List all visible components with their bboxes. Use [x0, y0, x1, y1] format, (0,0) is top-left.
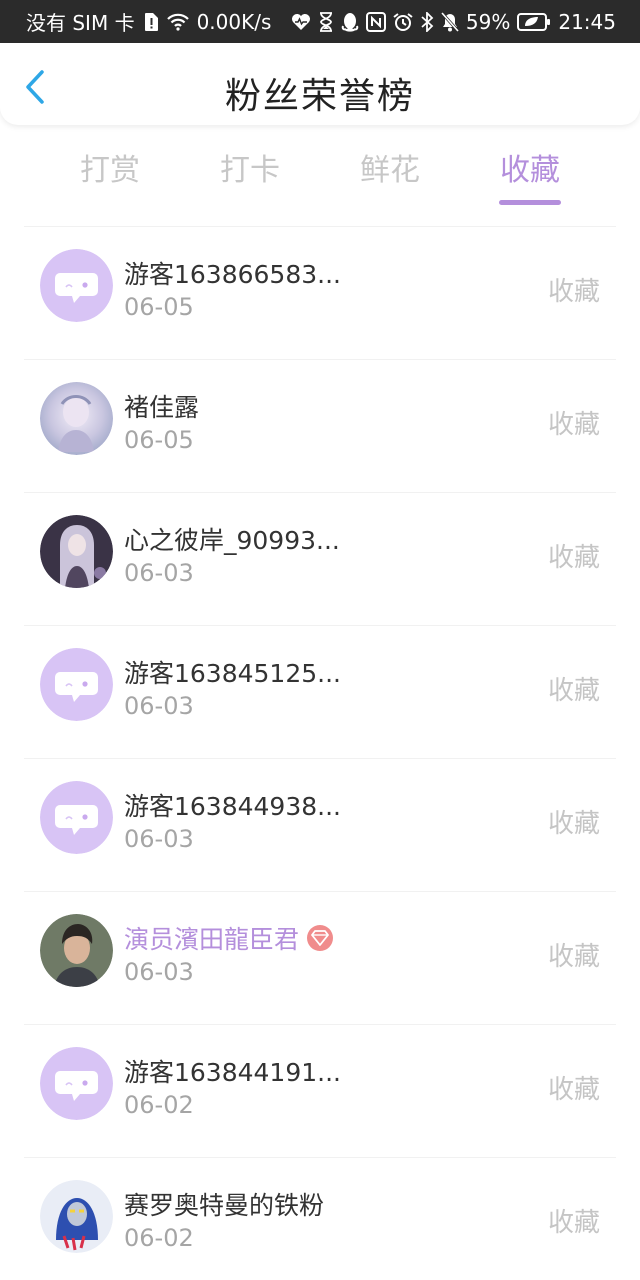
- fan-action: 收藏: [547, 277, 600, 307]
- avatar: [40, 382, 113, 455]
- status-bar: 没有 SIM 卡 0.00K/s 59% 21:45: [0, 0, 640, 43]
- fan-name: 游客163844938...: [124, 792, 341, 821]
- avatar: [40, 515, 113, 588]
- tab-bar: 打赏 打卡 鲜花 收藏: [40, 145, 600, 215]
- bluetooth-icon: [420, 11, 434, 32]
- fan-date: 06-03: [124, 958, 194, 986]
- fan-action: 收藏: [547, 942, 600, 972]
- fan-action: 收藏: [547, 543, 600, 573]
- fan-name: 游客163866583...: [124, 260, 341, 289]
- active-tab-indicator: [499, 200, 561, 205]
- fan-action: 收藏: [547, 1208, 600, 1238]
- nfc-icon: [365, 11, 386, 32]
- chat-bubble-icon: [40, 249, 113, 322]
- fan-date: 06-03: [124, 692, 194, 720]
- battery-percent: 59%: [465, 9, 511, 34]
- fan-date: 06-05: [124, 426, 194, 454]
- wifi-icon: [166, 13, 189, 31]
- fan-date: 06-05: [124, 293, 194, 321]
- fan-list: 游客163866583... 06-05 收藏 褚佳露 06-05 收藏 心之彼…: [24, 226, 616, 1280]
- fan-row[interactable]: 游客163844191... 06-02 收藏: [24, 1024, 616, 1157]
- fan-row[interactable]: 赛罗奥特曼的铁粉 06-02 收藏: [24, 1157, 616, 1280]
- fan-date: 06-02: [124, 1224, 194, 1252]
- chat-bubble-icon: [40, 648, 113, 721]
- avatar: [40, 648, 113, 721]
- sim-alert-icon: [143, 12, 159, 32]
- mute-icon: [440, 11, 459, 32]
- fan-name: 游客163845125...: [124, 659, 341, 688]
- heart-icon: [291, 13, 311, 31]
- fan-name: 游客163844191...: [124, 1058, 341, 1087]
- fan-row[interactable]: 游客163845125... 06-03 收藏: [24, 625, 616, 758]
- fan-name-row: 演员濱田龍臣君: [124, 920, 334, 956]
- page-title: 粉丝荣誉榜: [224, 76, 415, 117]
- network-speed: 0.00K/s: [196, 9, 272, 34]
- fan-row[interactable]: 褚佳露 06-05 收藏: [24, 359, 616, 492]
- alarm-icon: [393, 12, 413, 32]
- qq-icon: [341, 12, 359, 32]
- fan-name: 褚佳露: [124, 393, 200, 422]
- tab-favorites[interactable]: 收藏: [480, 145, 580, 189]
- fan-action: 收藏: [547, 410, 600, 440]
- tab-reward[interactable]: 打赏: [60, 145, 160, 189]
- hourglass-icon: [318, 11, 334, 32]
- carrier-label: 没有 SIM 卡: [26, 11, 135, 35]
- fan-row[interactable]: 演员濱田龍臣君 06-03 收藏: [24, 891, 616, 1024]
- avatar: [40, 249, 113, 322]
- fan-row[interactable]: 心之彼岸_90993... 06-03 收藏: [24, 492, 616, 625]
- header-bar: 粉丝荣誉榜: [0, 43, 640, 125]
- clock: 21:45: [558, 9, 616, 34]
- chat-bubble-icon: [40, 1047, 113, 1120]
- fan-action: 收藏: [547, 676, 600, 706]
- battery-icon: [517, 12, 551, 32]
- diamond-badge-icon: [307, 925, 334, 951]
- tab-checkin[interactable]: 打卡: [200, 145, 300, 189]
- fan-row[interactable]: 游客163844938... 06-03 收藏: [24, 758, 616, 891]
- avatar: [40, 914, 113, 987]
- tab-flowers[interactable]: 鲜花: [340, 145, 440, 189]
- fan-date: 06-02: [124, 1091, 194, 1119]
- fan-name: 赛罗奥特曼的铁粉: [124, 1191, 325, 1220]
- avatar: [40, 1047, 113, 1120]
- avatar: [40, 1180, 113, 1253]
- fan-date: 06-03: [124, 559, 194, 587]
- fan-name: 心之彼岸_90993...: [124, 526, 340, 555]
- avatar: [40, 781, 113, 854]
- fan-row[interactable]: 游客163866583... 06-05 收藏: [24, 226, 616, 359]
- fan-action: 收藏: [547, 1075, 600, 1105]
- fan-date: 06-03: [124, 825, 194, 853]
- fan-action: 收藏: [547, 809, 600, 839]
- chat-bubble-icon: [40, 781, 113, 854]
- fan-name: 演员濱田龍臣君: [124, 925, 300, 954]
